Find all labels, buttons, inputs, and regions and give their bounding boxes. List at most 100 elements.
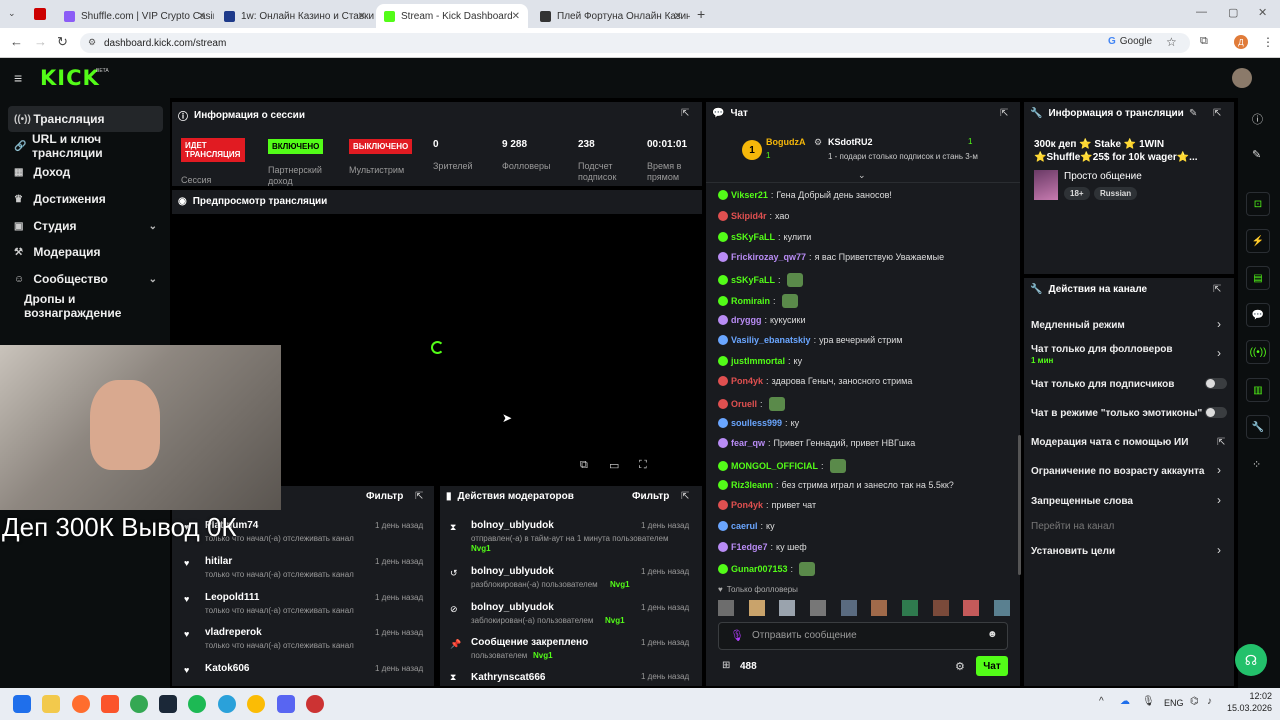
language-indicator[interactable]: ENG	[1164, 698, 1184, 708]
chat-username[interactable]: dryggg	[731, 315, 762, 325]
chat-icon[interactable]: 💬	[1246, 303, 1270, 327]
emote-icon[interactable]	[779, 600, 796, 616]
chat-username[interactable]: justImmortal	[731, 356, 785, 366]
lightning-icon[interactable]: ⚡	[1246, 229, 1270, 253]
emote-icon[interactable]	[840, 600, 857, 616]
close-window-button[interactable]: ✕	[1258, 6, 1267, 19]
emote-icon[interactable]	[809, 600, 826, 616]
emote-icon[interactable]	[718, 600, 734, 616]
chevron-right-icon[interactable]: ›	[1217, 493, 1221, 507]
subs-only-toggle[interactable]	[1205, 378, 1227, 389]
chat-username[interactable]: Frickirozay_qw77	[731, 252, 806, 262]
chat-username[interactable]: Pon4yk	[731, 376, 763, 386]
top-gifter-user[interactable]: BogudzA	[766, 137, 806, 147]
hamburger-menu-icon[interactable]: ≡	[14, 70, 22, 86]
chat-username[interactable]: MONGOL_OFFICIAL	[731, 461, 818, 471]
discord-icon[interactable]	[277, 695, 295, 713]
tab-playfortuna[interactable]: Плей Фортуна Онлайн Казино ✕	[532, 4, 690, 28]
tab-pinned-icon[interactable]	[34, 8, 46, 20]
mod-target[interactable]: Nvg1	[533, 651, 553, 660]
mod-target[interactable]: Nvg1	[605, 616, 625, 625]
set-goals-row[interactable]: Установить цели	[1031, 546, 1115, 557]
tab-close-icon[interactable]: ✕	[512, 11, 520, 22]
sidebar-item-broadcast[interactable]: ((•)) Трансляция	[8, 106, 163, 132]
minimize-button[interactable]: —	[1196, 6, 1207, 18]
chat-username[interactable]: Vasiliy_ebanatskiy	[731, 335, 811, 345]
emote-icon[interactable]	[932, 600, 949, 616]
second-gifter-user[interactable]: KSdotRU2	[828, 137, 873, 147]
url-input[interactable]: dashboard.kick.com/stream	[80, 33, 1190, 53]
emote-icon[interactable]	[871, 600, 888, 616]
emote-icon[interactable]	[748, 600, 765, 616]
support-headset-icon[interactable]: ☊	[1235, 644, 1267, 676]
spotify-icon[interactable]	[188, 695, 206, 713]
layout-icon[interactable]: ▥	[1246, 378, 1270, 402]
sidebar-item-community[interactable]: ☺ Сообщество ⌄	[8, 266, 163, 292]
chat-username[interactable]: caerul	[731, 521, 758, 531]
chat-username[interactable]: fear_qw	[731, 438, 765, 448]
windows-start-icon[interactable]	[13, 695, 31, 713]
tab-close-icon[interactable]: ✕	[198, 11, 206, 22]
age-restriction-row[interactable]: Ограничение по возрасту аккаунта	[1031, 466, 1205, 477]
steam-icon[interactable]	[159, 695, 177, 713]
volume-icon[interactable]: ♪	[1207, 696, 1212, 707]
mod-target[interactable]: Nvg1	[610, 580, 630, 589]
ai-moderation-row[interactable]: Модерация чата с помощью ИИ	[1031, 437, 1188, 448]
channel-points[interactable]: 488	[740, 661, 757, 672]
extensions-icon[interactable]: ⧉	[1200, 35, 1208, 48]
chevron-right-icon[interactable]: ›	[1217, 317, 1221, 331]
tray-chevron-icon[interactable]: ^	[1099, 696, 1104, 707]
activity-filter-button[interactable]: Фильтр	[366, 491, 403, 502]
popout-icon[interactable]: ⇱	[1000, 108, 1008, 119]
firefox-icon[interactable]	[72, 695, 90, 713]
info-icon[interactable]: ⓘ	[1252, 111, 1263, 127]
external-link-icon[interactable]: ⇱	[1217, 437, 1225, 448]
sidebar-item-moderation[interactable]: ⚒ Модерация	[8, 239, 163, 265]
slow-mode-row[interactable]: Медленный режим	[1031, 320, 1125, 331]
go-to-channel-link[interactable]: Перейти на канал	[1031, 521, 1114, 532]
pip-icon[interactable]: ⧉	[580, 459, 588, 472]
brave-icon[interactable]	[101, 695, 119, 713]
category-name[interactable]: Просто общение	[1064, 171, 1142, 182]
emote-icon[interactable]	[993, 600, 1010, 616]
banned-words-row[interactable]: Запрещенные слова	[1031, 496, 1133, 507]
site-info-icon[interactable]: ⚙	[88, 37, 96, 48]
apps-icon[interactable]: ⁘	[1252, 458, 1261, 471]
sidebar-item-studio[interactable]: ▣ Студия ⌄	[8, 213, 163, 239]
popout-icon[interactable]: ⇱	[681, 108, 689, 119]
chevron-right-icon[interactable]: ›	[1217, 463, 1221, 477]
obs-icon[interactable]	[306, 695, 324, 713]
tab-1win[interactable]: 1w: Онлайн Казино и Ставки ✕	[216, 4, 374, 28]
chat-username[interactable]: Skipid4r	[731, 211, 767, 221]
chrome-icon[interactable]	[130, 695, 148, 713]
sidebar-item-revenue[interactable]: ▦ Доход	[8, 159, 163, 185]
clip-icon[interactable]: ⊡	[1246, 192, 1270, 216]
wrench-icon[interactable]: 🔧	[1246, 415, 1270, 439]
user-avatar[interactable]	[1232, 68, 1252, 88]
mod-target[interactable]: Nvg1	[471, 544, 491, 553]
document-icon[interactable]: ▤	[1246, 266, 1270, 290]
kick-logo[interactable]: KICK	[40, 66, 100, 90]
tab-shuffle[interactable]: Shuffle.com | VIP Crypto Casino ✕	[56, 4, 214, 28]
popout-icon[interactable]: ⇱	[1213, 284, 1221, 295]
new-tab-button[interactable]: +	[697, 6, 705, 22]
popout-icon[interactable]: ⇱	[1213, 108, 1221, 119]
chat-username[interactable]: Romirain	[731, 296, 770, 306]
chrome-canary-icon[interactable]	[247, 695, 265, 713]
chat-username[interactable]: Gunar007153	[731, 564, 788, 574]
tab-kick-dashboard[interactable]: Stream - Kick Dashboard ✕	[376, 4, 528, 28]
file-explorer-icon[interactable]	[42, 695, 60, 713]
browser-menu-icon[interactable]: ⋮	[1262, 35, 1274, 49]
onedrive-icon[interactable]: ☁	[1120, 696, 1130, 707]
chat-settings-icon[interactable]: ⚙	[955, 660, 965, 673]
sidebar-item-url-key[interactable]: 🔗 URL и ключ трансляции	[8, 132, 163, 160]
chat-username[interactable]: sSKyFaLL	[731, 232, 775, 242]
chat-username[interactable]: Oruell	[731, 399, 757, 409]
send-chat-button[interactable]: Чат	[976, 656, 1008, 676]
back-icon[interactable]: ←	[10, 34, 23, 49]
clock[interactable]: 12:02 15.03.2026	[1222, 690, 1272, 714]
followers-only-row[interactable]: Чат только для фолловеров	[1031, 344, 1173, 355]
edit-icon[interactable]: ✎	[1252, 148, 1261, 161]
chat-username[interactable]: soulless999	[731, 418, 782, 428]
chat-username[interactable]: Vikser21	[731, 190, 768, 200]
